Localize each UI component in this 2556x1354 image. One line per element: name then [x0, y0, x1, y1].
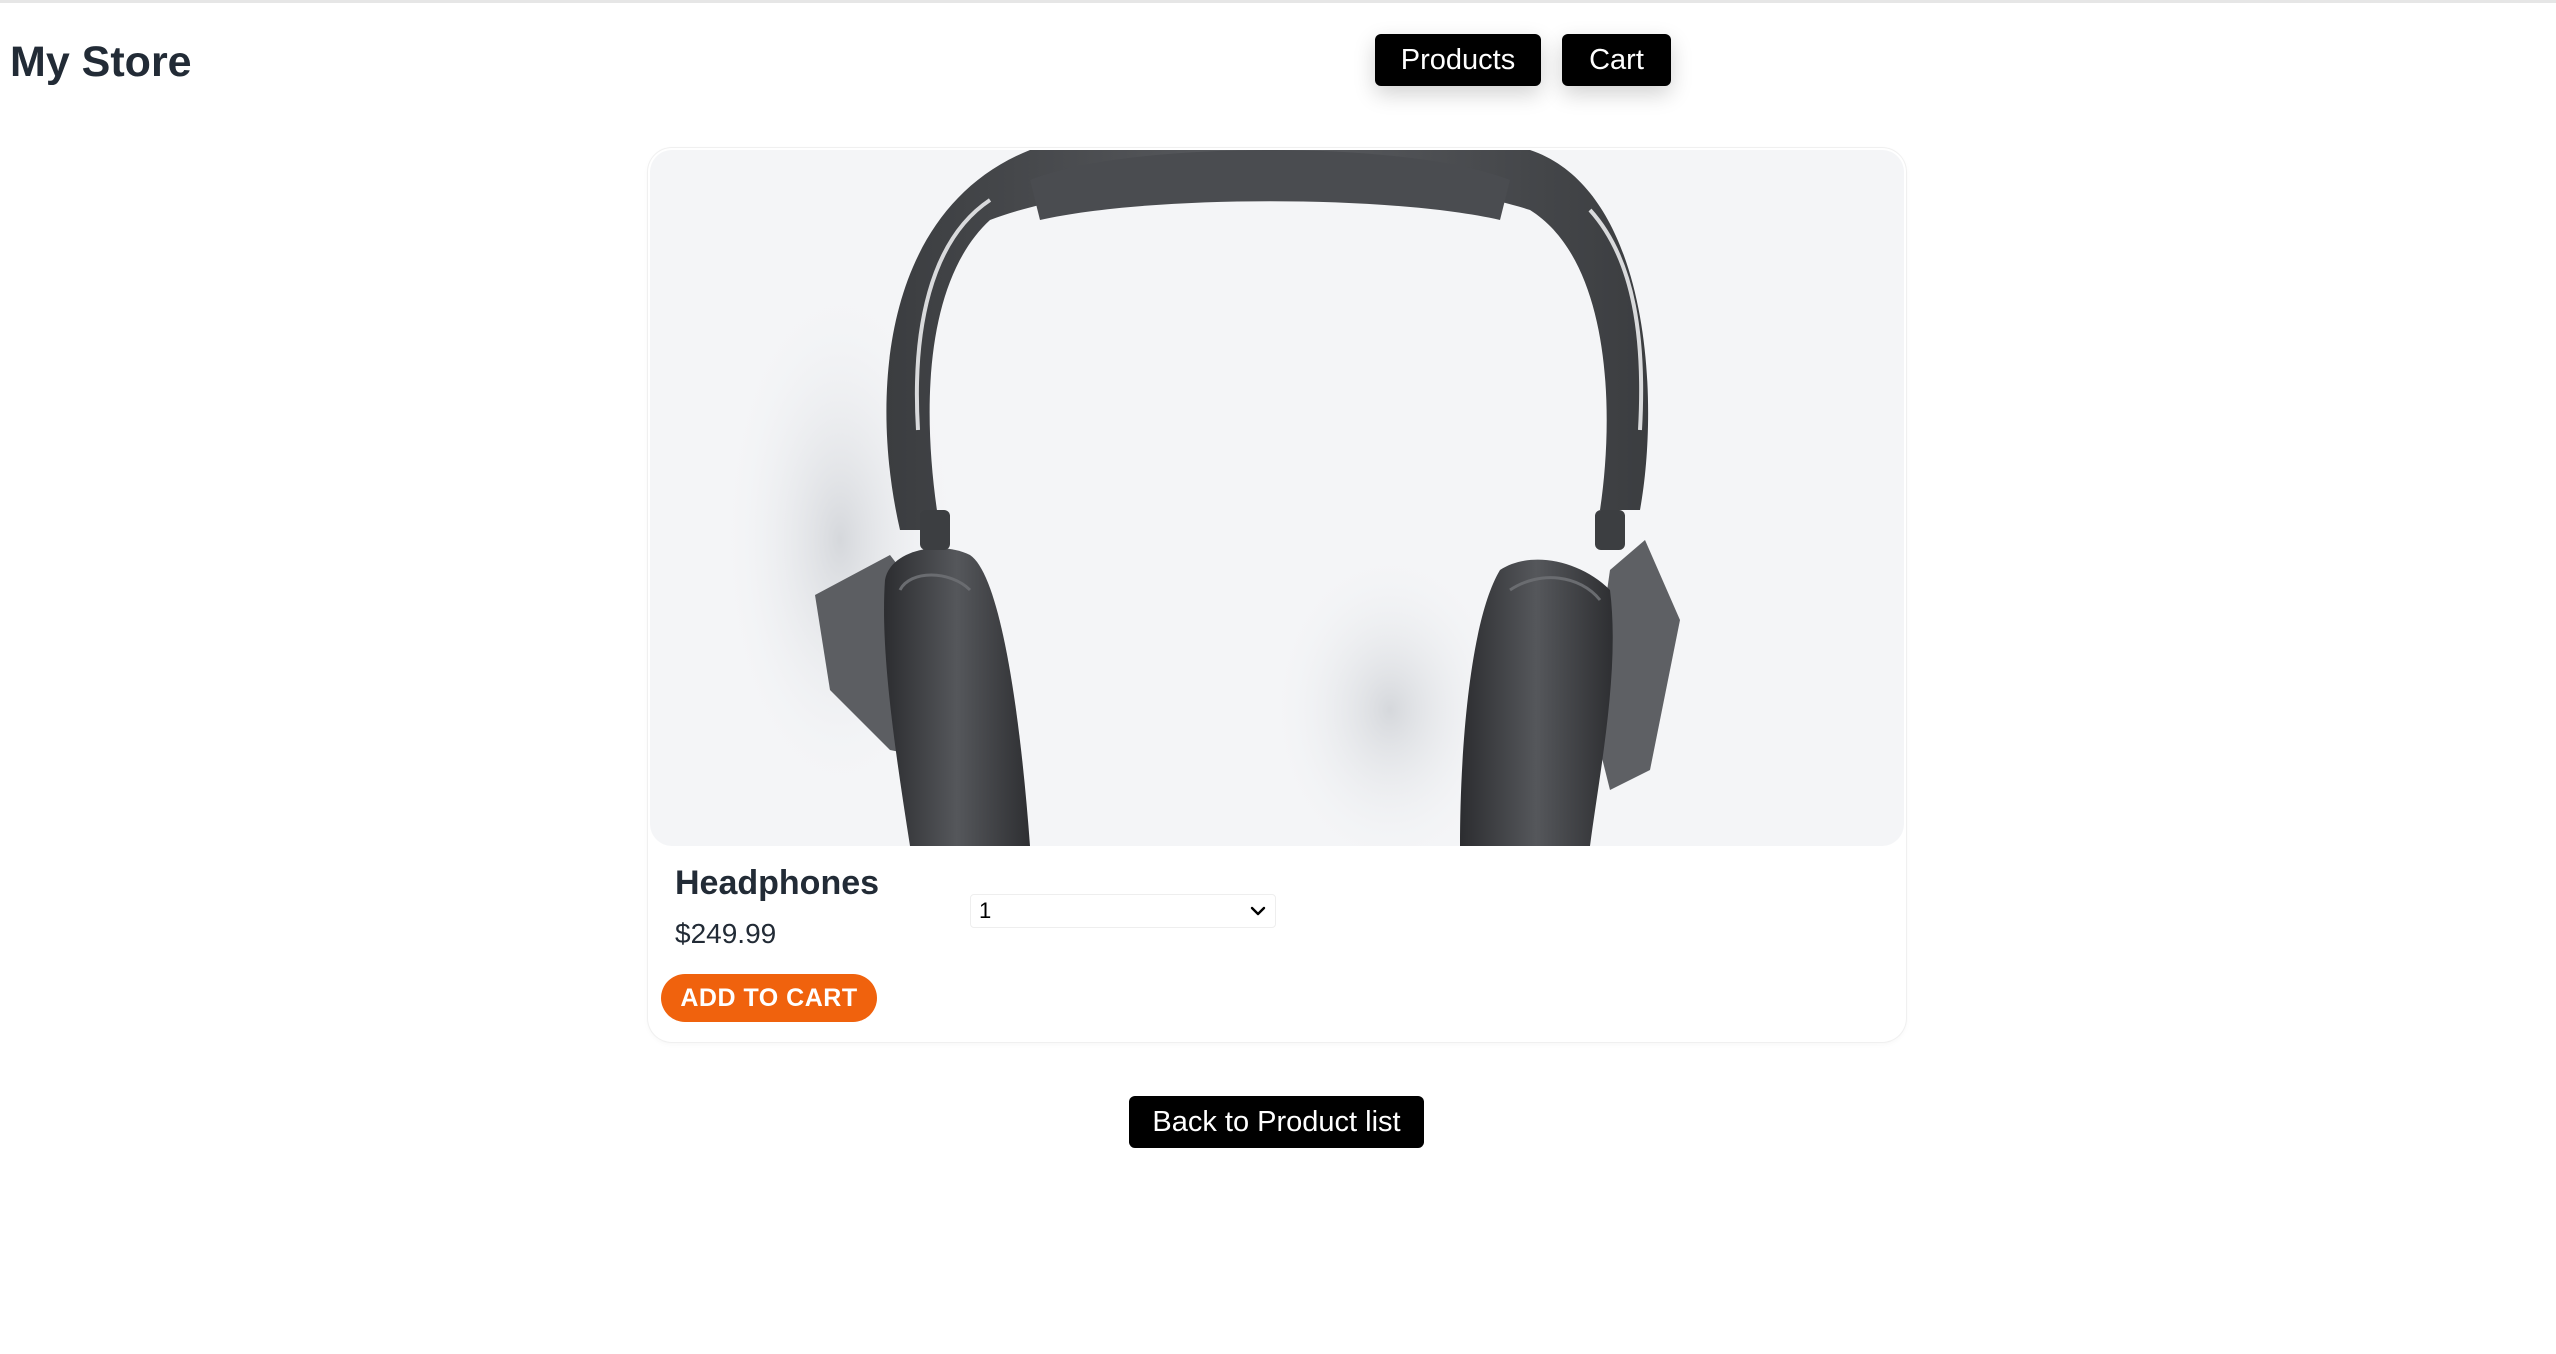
product-image	[650, 150, 1904, 846]
product-name: Headphones	[675, 864, 880, 902]
headphones-photo	[720, 150, 1680, 846]
store-brand: My Store	[10, 38, 192, 86]
chevron-down-icon	[1250, 906, 1266, 916]
quantity-value: 1	[979, 898, 992, 923]
back-to-product-list-button[interactable]: Back to Product list	[1129, 1096, 1424, 1148]
quantity-select[interactable]: 1	[970, 894, 1276, 928]
product-price: $249.99	[675, 918, 777, 949]
nav-products-button[interactable]: Products	[1375, 34, 1541, 86]
add-to-cart-button[interactable]: ADD TO CART	[661, 974, 877, 1022]
top-border	[0, 0, 2556, 3]
nav-cart-button[interactable]: Cart	[1562, 34, 1671, 86]
product-card: Headphones $249.99 1 ADD TO CART	[648, 148, 1906, 1042]
